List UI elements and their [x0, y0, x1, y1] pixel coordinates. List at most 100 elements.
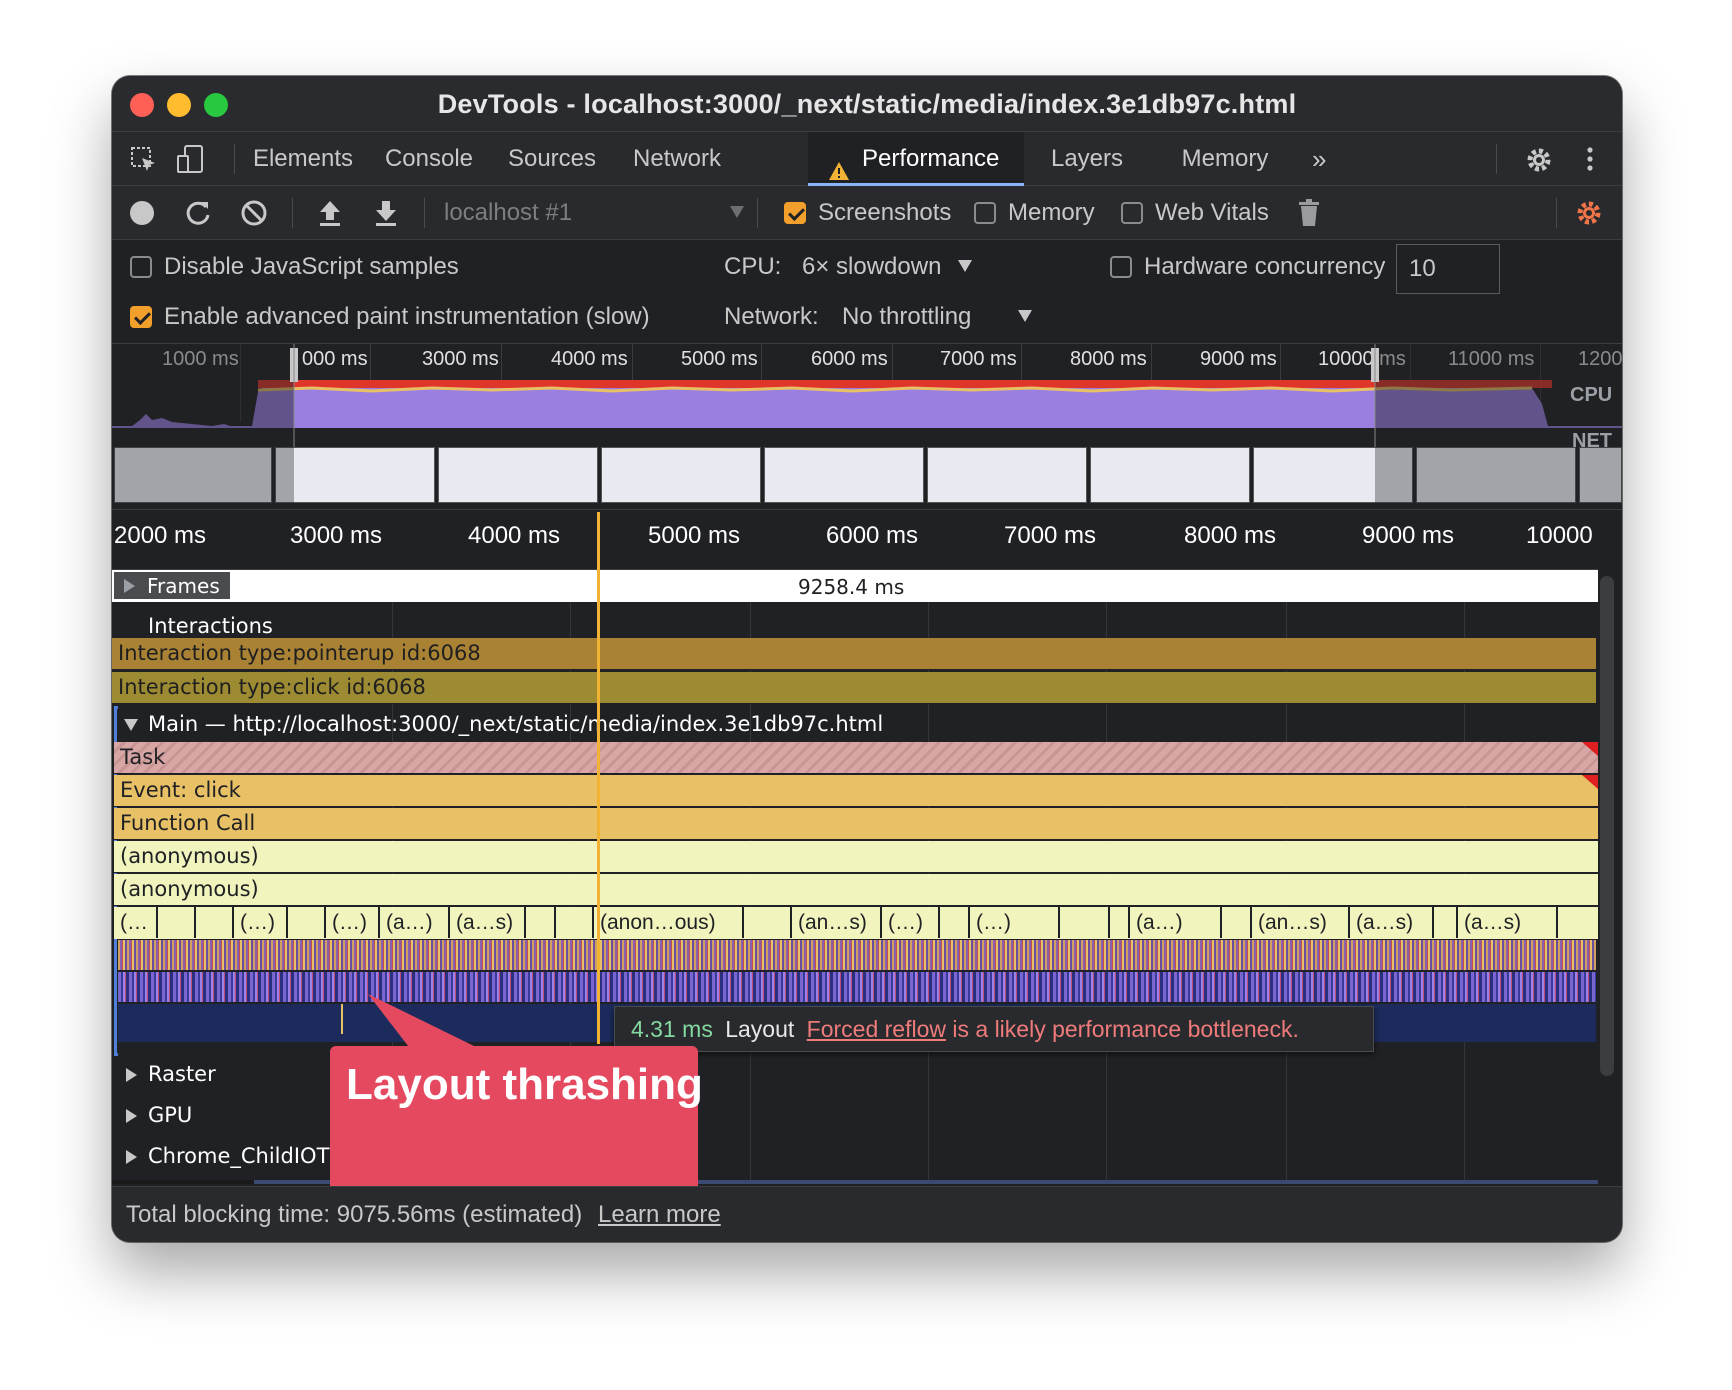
reload-record-icon[interactable]	[184, 199, 212, 232]
call-slice[interactable]	[1222, 907, 1252, 938]
gpu-track-label[interactable]: GPU	[148, 1103, 192, 1127]
web-vitals-checkbox[interactable]	[1121, 202, 1143, 224]
cpu-label: CPU	[1570, 384, 1613, 406]
call-slice[interactable]	[940, 907, 970, 938]
tab-layers[interactable]: Layers	[1032, 132, 1142, 186]
title-bar: DevTools - localhost:3000/_next/static/m…	[112, 76, 1622, 132]
call-slice[interactable]	[158, 907, 196, 938]
record-icon[interactable]	[130, 201, 154, 225]
screenshot-thumbnail[interactable]	[1090, 447, 1250, 503]
nested-calls-row: (… (…) (…) (a…) (a…s) (anon…ous) (an…s) (…) (…)(…	[114, 907, 1598, 939]
capture-settings-pane: Disable JavaScript samples CPU: 6× slowd…	[112, 240, 1622, 344]
ruler-tick: 5000 ms	[648, 522, 741, 549]
call-slice[interactable]	[1434, 907, 1458, 938]
ruler-tick: 7000 ms	[1004, 522, 1097, 549]
learn-more-link[interactable]: Learn more	[598, 1201, 721, 1229]
interactions-label: Interactions	[148, 614, 273, 638]
interaction-pointerup[interactable]: Interaction type:pointerup id:6068	[112, 638, 1596, 670]
screenshot-thumbnail[interactable]	[275, 447, 435, 503]
screenshot-thumbnail[interactable]	[764, 447, 924, 503]
cpu-activity-chart	[112, 344, 1622, 454]
call-slice[interactable]	[1110, 907, 1130, 938]
expand-arrow-icon[interactable]	[126, 1109, 137, 1123]
collapse-arrow-icon	[124, 719, 138, 731]
call-slice[interactable]: (an…s)	[792, 907, 882, 938]
task-slice[interactable]: Task	[114, 742, 1598, 774]
expand-arrow-icon[interactable]	[126, 1068, 137, 1082]
call-slice[interactable]: (…	[114, 907, 158, 938]
expand-arrow-icon[interactable]	[126, 1150, 137, 1164]
tab-performance[interactable]: Performance	[808, 132, 1024, 186]
device-toolbar-icon[interactable]	[176, 144, 204, 179]
anonymous-slice[interactable]: (anonymous)	[114, 841, 1598, 873]
upload-icon[interactable]	[317, 198, 343, 233]
cpu-chevron-down-icon[interactable]	[958, 260, 972, 272]
hardware-concurrency-label: Hardware concurrency	[1144, 253, 1386, 280]
call-slice[interactable]: (…)	[234, 907, 288, 938]
screenshot-thumbnail[interactable]	[601, 447, 761, 503]
call-slice[interactable]	[1060, 907, 1110, 938]
total-blocking-time: Total blocking time: 9075.56ms (estimate…	[126, 1201, 583, 1228]
disable-js-samples-checkbox[interactable]	[130, 256, 152, 278]
call-slice[interactable]: (a…s)	[1458, 907, 1558, 938]
timeline-cursor	[597, 512, 600, 1044]
chevron-down-icon[interactable]	[730, 206, 744, 218]
clear-icon[interactable]	[240, 199, 268, 232]
profile-select[interactable]: localhost #1	[444, 199, 572, 227]
cpu-label: CPU:	[724, 253, 782, 280]
tab-memory[interactable]: Memory	[1170, 132, 1280, 186]
gear-icon[interactable]	[1524, 145, 1554, 180]
call-slice[interactable]	[526, 907, 556, 938]
ruler-tick: 10000	[1526, 522, 1593, 549]
call-slice[interactable]: (…)	[326, 907, 380, 938]
frames-header[interactable]: Frames	[114, 572, 230, 599]
call-slice[interactable]: (a…)	[1130, 907, 1222, 938]
frames-label: Frames	[147, 574, 220, 598]
screenshot-thumbnail[interactable]	[438, 447, 598, 503]
timeline-overview[interactable]: 1000 ms 000 ms 3000 ms 4000 ms 5000 ms 6…	[112, 344, 1622, 510]
main-thread-header[interactable]: Main — http://localhost:3000/_next/stati…	[112, 706, 1598, 742]
anonymous-slice[interactable]: (anonymous)	[114, 874, 1598, 906]
call-slice[interactable]: (a…)	[380, 907, 450, 938]
event-click-slice[interactable]: Event: click	[114, 775, 1598, 807]
call-slice[interactable]: (a…s)	[450, 907, 526, 938]
inspect-element-icon[interactable]	[130, 146, 158, 179]
tab-performance-label: Performance	[862, 145, 1000, 172]
tab-console[interactable]: Console	[374, 132, 484, 186]
call-slice[interactable]	[288, 907, 326, 938]
advanced-paint-checkbox[interactable]	[130, 306, 152, 328]
interaction-click[interactable]: Interaction type:click id:6068	[112, 672, 1596, 704]
forced-reflow-link[interactable]: Forced reflow	[807, 1016, 946, 1042]
more-tabs-icon[interactable]: »	[1312, 132, 1342, 186]
screenshot-thumbnail[interactable]	[927, 447, 1087, 503]
hardware-concurrency-input[interactable]: 10	[1396, 244, 1500, 294]
ruler-tick: 3000 ms	[290, 522, 383, 549]
call-slice[interactable]: (…)	[970, 907, 1060, 938]
call-slice[interactable]: (a…s)	[1350, 907, 1434, 938]
call-slice[interactable]: (…)	[882, 907, 940, 938]
call-slice[interactable]: (an…s)	[1252, 907, 1350, 938]
tab-elements[interactable]: Elements	[248, 132, 358, 186]
kebab-menu-icon[interactable]	[1586, 146, 1594, 177]
memory-checkbox[interactable]	[974, 202, 996, 224]
network-chevron-down-icon[interactable]	[1018, 310, 1032, 322]
network-throttle-select[interactable]: No throttling	[842, 303, 971, 331]
capture-settings-gear-icon[interactable]	[1574, 198, 1604, 233]
frames-track[interactable]: Frames 9258.4 ms	[112, 570, 1598, 602]
vertical-scrollbar[interactable]	[1600, 576, 1614, 1076]
hardware-concurrency-checkbox[interactable]	[1110, 256, 1132, 278]
cpu-throttle-select[interactable]: 6× slowdown	[802, 253, 941, 281]
raster-track-label[interactable]: Raster	[148, 1062, 216, 1086]
download-icon[interactable]	[373, 198, 399, 233]
tooltip-event-name: Layout	[725, 1016, 795, 1042]
screenshots-checkbox[interactable]	[784, 202, 806, 224]
trash-icon[interactable]	[1298, 198, 1320, 233]
call-slice[interactable]	[744, 907, 792, 938]
call-slice[interactable]	[196, 907, 234, 938]
function-call-slice[interactable]: Function Call	[114, 808, 1598, 840]
devtools-window: DevTools - localhost:3000/_next/static/m…	[112, 76, 1622, 1242]
call-slice[interactable]	[556, 907, 594, 938]
call-slice[interactable]: (anon…ous)	[594, 907, 744, 938]
tab-network[interactable]: Network	[622, 132, 732, 186]
tab-sources[interactable]: Sources	[497, 132, 607, 186]
